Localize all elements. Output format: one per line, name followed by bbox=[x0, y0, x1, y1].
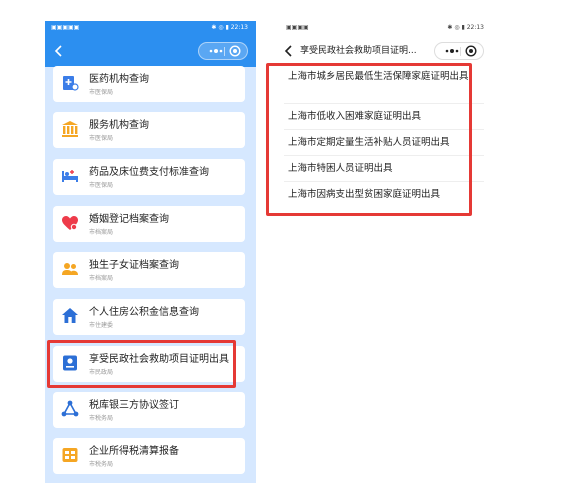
service-title: 独生子女证档案查询 bbox=[89, 260, 179, 271]
page-title: 享受民政社会救助项目证明... bbox=[300, 46, 417, 56]
status-icons-left: ▣▣▣▣ bbox=[286, 24, 309, 31]
service-card[interactable]: 药品及床位费支付标准查询 市医保局 bbox=[53, 159, 245, 195]
highlight-box-left bbox=[47, 340, 236, 388]
service-title: 婚姻登记档案查询 bbox=[89, 214, 169, 225]
close-target-icon[interactable] bbox=[229, 45, 241, 57]
back-arrow-icon[interactable] bbox=[283, 43, 295, 59]
service-dept: 市医保局 bbox=[89, 182, 114, 189]
service-card[interactable]: 企业所得税清算报备 市税务局 bbox=[53, 438, 245, 474]
nav-bar bbox=[45, 39, 256, 63]
status-bar: ▣▣▣▣ ✱ ◎ ▮ 22:13 bbox=[280, 21, 492, 34]
left-header: ▣▣▣▣▣ ✱ ◎ ▮ 22:13 bbox=[45, 21, 256, 67]
family-icon bbox=[62, 263, 78, 275]
tax-report-icon bbox=[62, 448, 78, 462]
service-dept: 市医保局 bbox=[89, 89, 114, 96]
mini-program-capsule bbox=[198, 42, 248, 60]
service-card[interactable]: 个人住房公积金信息查询 市住建委 bbox=[53, 299, 245, 335]
status-time: ✱ ◎ ▮ 22:13 bbox=[447, 24, 484, 31]
service-title: 医药机构查询 bbox=[89, 74, 149, 85]
service-title: 药品及床位费支付标准查询 bbox=[89, 167, 209, 178]
service-card[interactable]: 婚姻登记档案查询 市档案局 bbox=[53, 206, 245, 242]
status-bar: ▣▣▣▣▣ ✱ ◎ ▮ 22:13 bbox=[45, 21, 256, 34]
more-icon[interactable] bbox=[444, 46, 460, 56]
service-card[interactable]: 独生子女证档案查询 市档案局 bbox=[53, 252, 245, 288]
service-title: 企业所得税清算报备 bbox=[89, 446, 179, 457]
capsule-divider bbox=[224, 47, 225, 56]
service-dept: 市税务局 bbox=[89, 461, 114, 468]
service-card[interactable]: 医药机构查询 市医保局 bbox=[53, 66, 245, 102]
service-dept: 市住建委 bbox=[89, 322, 114, 329]
service-card[interactable]: 税库银三方协议签订 市税务局 bbox=[53, 392, 245, 428]
more-icon[interactable] bbox=[208, 46, 224, 56]
house-icon bbox=[62, 308, 78, 323]
hospital-icon bbox=[63, 76, 79, 91]
status-icons-left: ▣▣▣▣▣ bbox=[51, 24, 80, 31]
service-title: 税库银三方协议签订 bbox=[89, 400, 179, 411]
service-dept: 市税务局 bbox=[89, 415, 114, 422]
capsule-divider bbox=[460, 47, 461, 56]
status-time: ✱ ◎ ▮ 22:13 bbox=[211, 24, 248, 31]
service-dept: 市医保局 bbox=[89, 135, 114, 142]
service-title: 服务机构查询 bbox=[89, 120, 149, 131]
nav-bar: 享受民政社会救助项目证明... bbox=[280, 39, 492, 63]
bed-icon bbox=[62, 170, 78, 182]
service-title: 个人住房公积金信息查询 bbox=[89, 307, 199, 318]
network-icon bbox=[61, 400, 79, 417]
left-phone-screen: ▣▣▣▣▣ ✱ ◎ ▮ 22:13 医药机构查询 市医保局 服务机构查询 市医保… bbox=[45, 21, 256, 483]
service-dept: 市档案局 bbox=[89, 229, 114, 236]
institution-icon bbox=[62, 121, 78, 137]
back-arrow-icon[interactable] bbox=[53, 43, 65, 59]
service-dept: 市档案局 bbox=[89, 275, 114, 282]
heart-icon bbox=[62, 216, 78, 231]
highlight-box-right bbox=[266, 63, 472, 216]
close-target-icon[interactable] bbox=[465, 45, 477, 57]
mini-program-capsule bbox=[434, 42, 484, 60]
service-card[interactable]: 服务机构查询 市医保局 bbox=[53, 112, 245, 148]
